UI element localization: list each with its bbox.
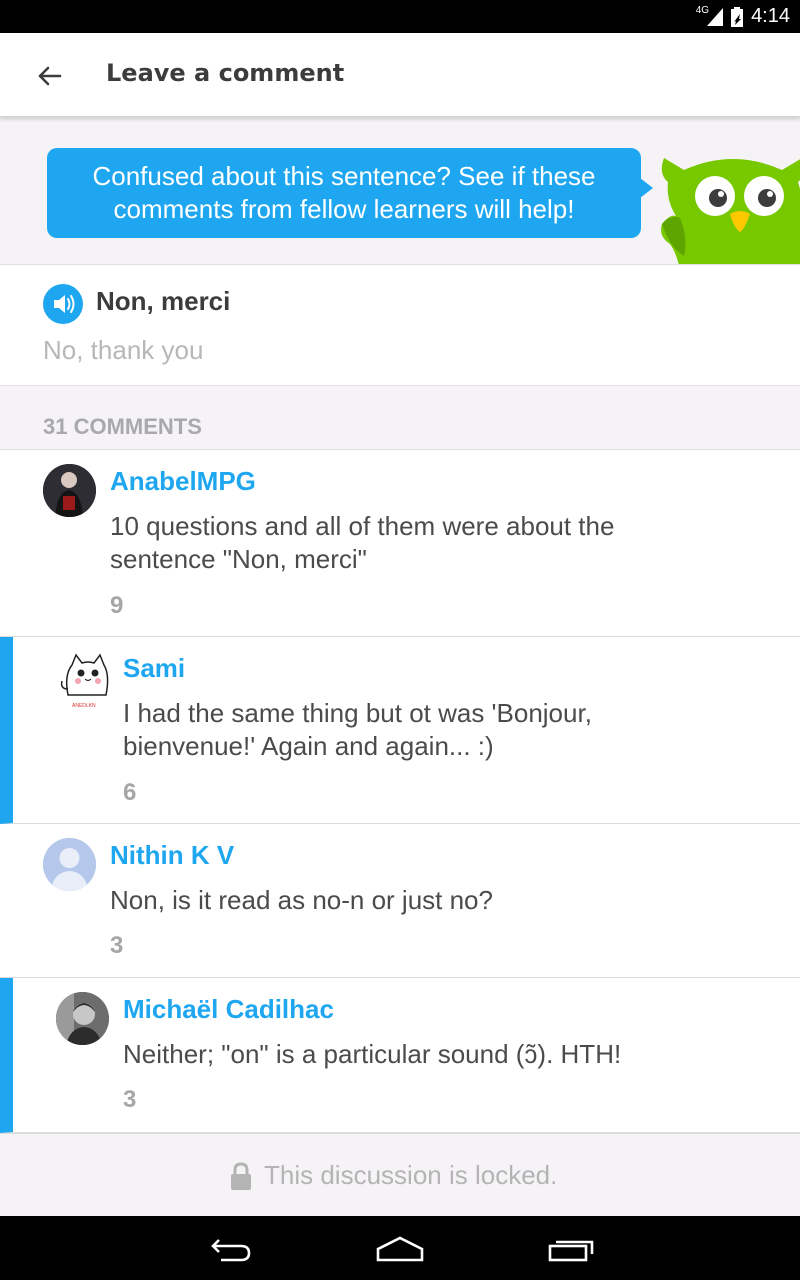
comment-line: Non, is it read as no-n or just no? bbox=[110, 885, 493, 915]
default-user-icon bbox=[43, 838, 96, 891]
status-bar: 4G 4:14 bbox=[0, 0, 800, 33]
vote-count: 3 bbox=[110, 932, 124, 959]
comment-line: Neither; "on" is a particular sound (ɔ̃)… bbox=[123, 1039, 622, 1069]
comment-item: Michaël Cadilhac Neither; "on" is a part… bbox=[0, 978, 800, 1133]
arrow-left-icon[interactable] bbox=[34, 61, 64, 91]
comment-line: bienvenue!' Again and again... :) bbox=[123, 731, 494, 761]
speaker-icon bbox=[54, 295, 75, 313]
sentence-card: Non, merci No, thank you bbox=[0, 265, 800, 386]
comment-body: 10 questions and all of them were about … bbox=[110, 510, 730, 576]
vote-count: 9 bbox=[110, 592, 124, 619]
locked-footer: This discussion is locked. bbox=[0, 1133, 800, 1216]
help-banner: Confused about this sentence? See if the… bbox=[0, 118, 800, 265]
comment-body: I had the same thing but ot was 'Bonjour… bbox=[123, 697, 743, 763]
avatar[interactable] bbox=[43, 464, 96, 517]
comment-body: Non, is it read as no-n or just no? bbox=[110, 884, 730, 917]
comment-body: Neither; "on" is a particular sound (ɔ̃)… bbox=[123, 1038, 743, 1071]
clock: 4:14 bbox=[751, 5, 790, 27]
user-photo-icon bbox=[56, 992, 109, 1045]
user-photo-icon bbox=[43, 464, 96, 517]
comment-item: ANEDLKN Sami I had the same thing but ot… bbox=[0, 637, 800, 824]
home-icon[interactable] bbox=[374, 1234, 426, 1264]
comment-line: 10 questions and all of them were about … bbox=[110, 511, 615, 541]
network-type-label: 4G bbox=[695, 5, 710, 16]
avatar-caption: ANEDLKN bbox=[72, 703, 96, 709]
signal-icon bbox=[707, 7, 724, 26]
comment-author[interactable]: Michaël Cadilhac bbox=[123, 994, 334, 1025]
owl-mascot-icon bbox=[661, 158, 800, 264]
bubble-line-2: comments from fellow learners will help! bbox=[113, 194, 575, 224]
comments-header: 31 COMMENTS bbox=[0, 386, 800, 450]
lock-icon bbox=[231, 1161, 251, 1190]
sentence-text: Non, merci bbox=[96, 286, 231, 316]
battery-icon bbox=[731, 6, 744, 27]
comment-author[interactable]: AnabelMPG bbox=[110, 466, 256, 497]
page-title: Leave a comment bbox=[106, 59, 345, 87]
avatar[interactable] bbox=[43, 838, 96, 891]
bubble-line-1: Confused about this sentence? See if the… bbox=[92, 161, 596, 191]
speaker-button[interactable] bbox=[43, 284, 83, 324]
comment-author[interactable]: Sami bbox=[123, 653, 185, 684]
comment-author[interactable]: Nithin K V bbox=[110, 840, 234, 871]
avatar[interactable] bbox=[56, 992, 109, 1045]
speech-bubble: Confused about this sentence? See if the… bbox=[47, 148, 653, 238]
comments-count: 31 COMMENTS bbox=[43, 414, 202, 439]
vote-count: 3 bbox=[123, 1086, 137, 1113]
app-bar: Leave a comment bbox=[0, 33, 800, 118]
locked-message: This discussion is locked. bbox=[264, 1160, 558, 1190]
vote-count: 6 bbox=[123, 779, 137, 806]
sentence-translation: No, thank you bbox=[43, 335, 204, 365]
comment-item: AnabelMPG 10 questions and all of them w… bbox=[0, 450, 800, 637]
back-icon[interactable] bbox=[205, 1234, 255, 1264]
comment-line: I had the same thing but ot was 'Bonjour… bbox=[123, 698, 592, 728]
comment-item: Nithin K V Non, is it read as no-n or ju… bbox=[0, 824, 800, 978]
system-nav-bar bbox=[0, 1216, 800, 1280]
cat-avatar-icon: ANEDLKN bbox=[60, 653, 109, 709]
comment-line: sentence "Non, merci" bbox=[110, 544, 367, 574]
recent-apps-icon[interactable] bbox=[546, 1234, 596, 1264]
avatar[interactable]: ANEDLKN bbox=[56, 649, 116, 709]
